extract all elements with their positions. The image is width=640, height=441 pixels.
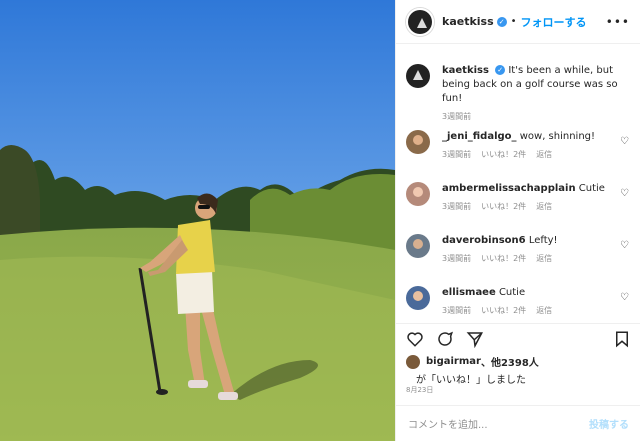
post-photo[interactable] bbox=[0, 0, 395, 441]
comment-likes[interactable]: いいね！2件 bbox=[481, 305, 526, 316]
comment-likes[interactable]: いいね！2件 bbox=[481, 201, 526, 212]
heart-icon[interactable]: ♡ bbox=[620, 292, 629, 303]
avatar[interactable] bbox=[406, 286, 430, 310]
likes-summary: bigairmar 、他2398人 が「いいね！」しました bbox=[406, 354, 539, 386]
post-sidebar: kaetkiss ✓ • フォローする ••• kaetkiss ✓ It's … bbox=[395, 0, 640, 441]
avatar[interactable] bbox=[406, 234, 430, 258]
verified-icon: ✓ bbox=[495, 65, 506, 75]
reply-button[interactable]: 返信 bbox=[536, 253, 552, 264]
reply-button[interactable]: 返信 bbox=[536, 305, 552, 316]
comment-time[interactable]: 3週間前 bbox=[442, 201, 471, 212]
more-icon[interactable]: ••• bbox=[606, 15, 630, 29]
add-comment-bar: コメントを追加... 投稿する bbox=[396, 405, 640, 441]
comment-time[interactable]: 3週間前 bbox=[442, 149, 471, 160]
bookmark-icon[interactable] bbox=[613, 330, 631, 348]
comments-list: kaetkiss ✓ It's been a while, but being … bbox=[396, 44, 640, 323]
heart-icon[interactable] bbox=[406, 330, 424, 348]
heart-icon[interactable]: ♡ bbox=[620, 240, 629, 251]
verified-icon: ✓ bbox=[496, 16, 507, 27]
list-item: daverobinson6 Lefty! 3週間前 いいね！2件 返信 ♡ bbox=[406, 234, 631, 264]
likes-count[interactable]: 、他2398人 bbox=[481, 354, 539, 369]
list-item: ellismaee Cutie 3週間前 いいね！2件 返信 ♡ bbox=[406, 286, 631, 316]
avatar[interactable] bbox=[406, 182, 430, 206]
caption-avatar[interactable] bbox=[406, 64, 430, 88]
comment-username[interactable]: _jeni_fidalgo_ bbox=[442, 131, 517, 142]
comment-text: Lefty! bbox=[528, 235, 558, 246]
list-item: ambermelissachapplain Cutie 3週間前 いいね！2件 返信… bbox=[406, 182, 631, 212]
caption-text: kaetkiss ✓ It's been a while, but being … bbox=[442, 64, 631, 106]
likes-username[interactable]: bigairmar bbox=[426, 356, 481, 367]
avatar[interactable] bbox=[406, 354, 420, 369]
caption: kaetkiss ✓ It's been a while, but being … bbox=[406, 64, 631, 122]
likes-suffix: が「いいね！」しました bbox=[416, 375, 526, 386]
follow-button[interactable]: フォローする bbox=[521, 14, 587, 30]
separator-dot: • bbox=[510, 16, 517, 27]
comment-text: Cutie bbox=[578, 183, 605, 194]
comment-time[interactable]: 3週間前 bbox=[442, 253, 471, 264]
caption-username[interactable]: kaetkiss bbox=[442, 65, 489, 76]
list-item: _jeni_fidalgo_ wow, shinning! 3週間前 いいね！2件… bbox=[406, 130, 631, 160]
reply-button[interactable]: 返信 bbox=[536, 201, 552, 212]
comment-text: wow, shinning! bbox=[519, 131, 596, 142]
comment-likes[interactable]: いいね！2件 bbox=[481, 253, 526, 264]
comment-username[interactable]: daverobinson6 bbox=[442, 235, 526, 246]
comment-username[interactable]: ellismaee bbox=[442, 287, 496, 298]
caption-time[interactable]: 3週間前 bbox=[442, 111, 471, 122]
comment-text: Cutie bbox=[498, 287, 526, 298]
avatar[interactable] bbox=[406, 130, 430, 154]
comment-time[interactable]: 3週間前 bbox=[442, 305, 471, 316]
heart-icon[interactable]: ♡ bbox=[620, 188, 629, 199]
post-header: kaetkiss ✓ • フォローする ••• bbox=[396, 0, 640, 44]
post-date[interactable]: 8月23日 bbox=[406, 385, 433, 395]
comment-likes[interactable]: いいね！2件 bbox=[481, 149, 526, 160]
golf-photo bbox=[0, 0, 395, 441]
action-bar bbox=[396, 323, 640, 353]
share-icon[interactable] bbox=[466, 330, 484, 348]
reply-button[interactable]: 返信 bbox=[536, 149, 552, 160]
post-button[interactable]: 投稿する bbox=[589, 416, 629, 431]
comment-icon[interactable] bbox=[436, 330, 454, 348]
heart-icon[interactable]: ♡ bbox=[620, 136, 629, 147]
caption-meta: 3週間前 bbox=[442, 111, 631, 122]
username[interactable]: kaetkiss bbox=[442, 15, 494, 28]
comment-username[interactable]: ambermelissachapplain bbox=[442, 183, 576, 194]
comment-input[interactable]: コメントを追加... bbox=[408, 416, 488, 431]
avatar[interactable] bbox=[406, 7, 434, 36]
